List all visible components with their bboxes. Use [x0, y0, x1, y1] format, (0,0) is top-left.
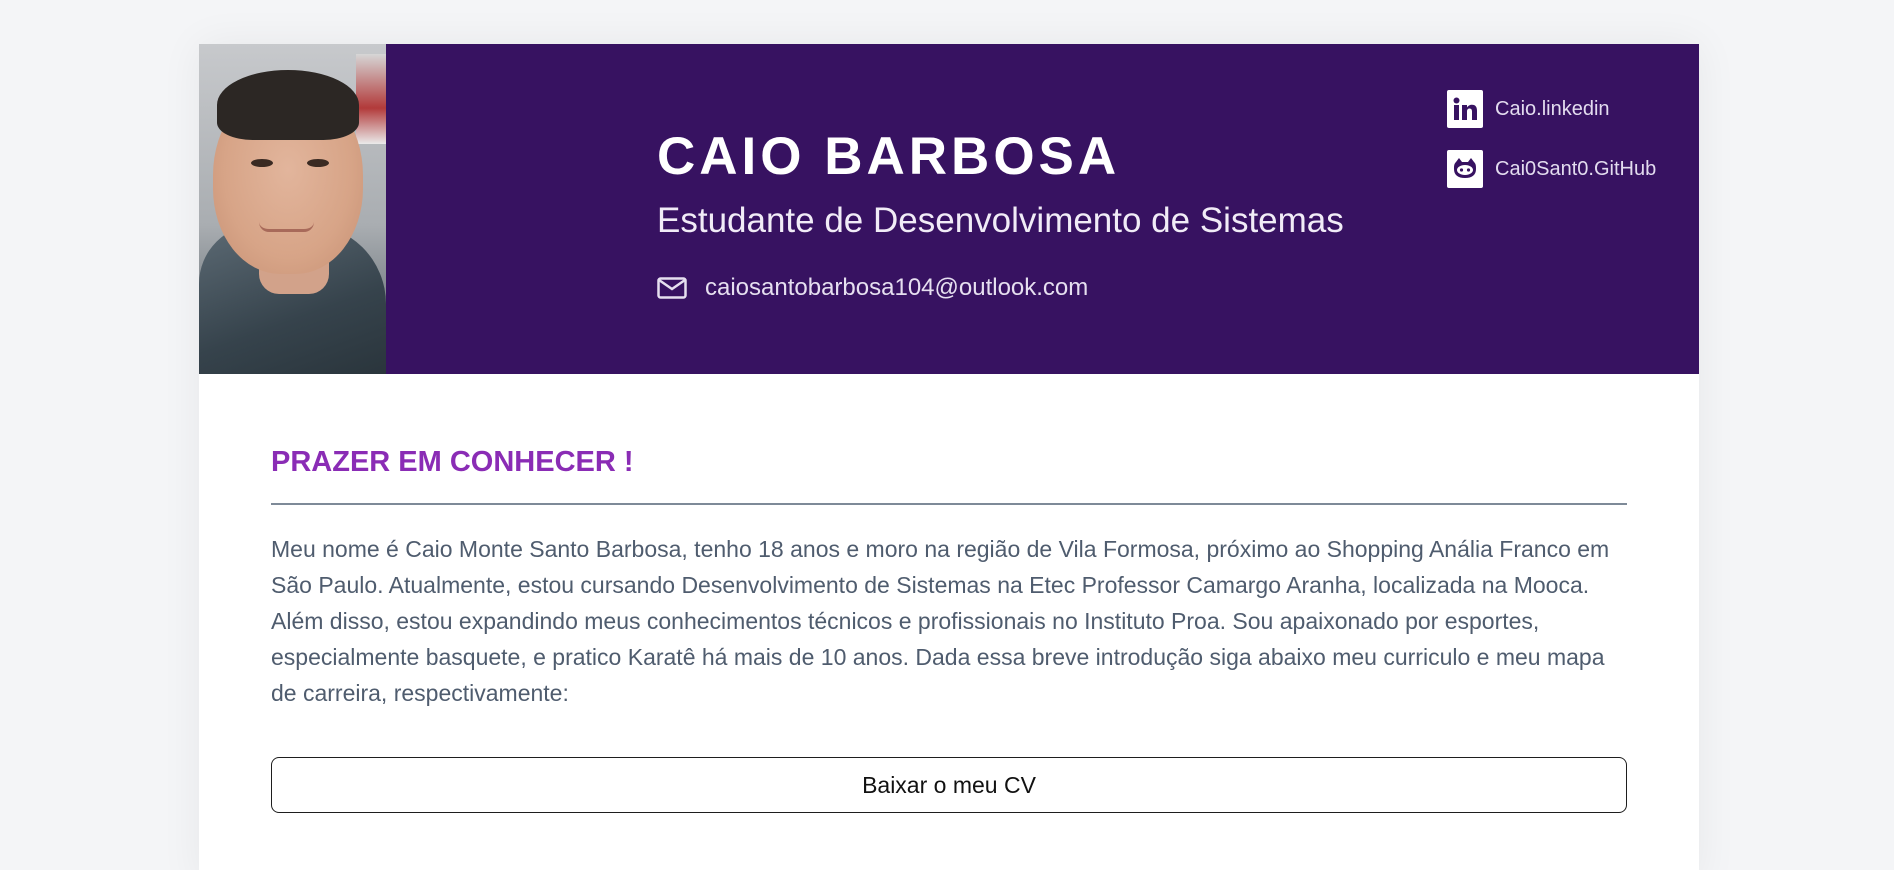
profile-card: CAIO BARBOSA Estudante de Desenvolviment…: [199, 44, 1699, 870]
download-cv-button[interactable]: Baixar o meu CV: [271, 757, 1627, 813]
section-divider: [271, 503, 1627, 505]
github-link[interactable]: Cai0Sant0.GitHub: [1447, 150, 1656, 188]
linkedin-icon: [1447, 90, 1483, 128]
profile-photo: [199, 44, 386, 374]
profile-name: CAIO BARBOSA: [657, 127, 1121, 186]
about-text: Meu nome é Caio Monte Santo Barbosa, ten…: [271, 536, 1610, 706]
linkedin-label[interactable]: Caio.linkedin: [1495, 98, 1610, 121]
github-icon: [1447, 150, 1483, 188]
github-label[interactable]: Cai0Sant0.GitHub: [1495, 158, 1656, 181]
envelope-icon: [657, 277, 687, 299]
profile-subtitle: Estudante de Desenvolvimento de Sistemas: [657, 201, 1344, 240]
about-title: PRAZER EM CONHECER !: [271, 446, 634, 478]
linkedin-link[interactable]: Caio.linkedin: [1447, 90, 1656, 128]
email-link[interactable]: caiosantobarbosa104@outlook.com: [705, 274, 1088, 302]
email-contact[interactable]: caiosantobarbosa104@outlook.com: [657, 274, 1088, 302]
social-links: Caio.linkedin Cai0Sant0.GitHub: [1447, 90, 1656, 210]
profile-header: CAIO BARBOSA Estudante de Desenvolviment…: [199, 44, 1699, 374]
